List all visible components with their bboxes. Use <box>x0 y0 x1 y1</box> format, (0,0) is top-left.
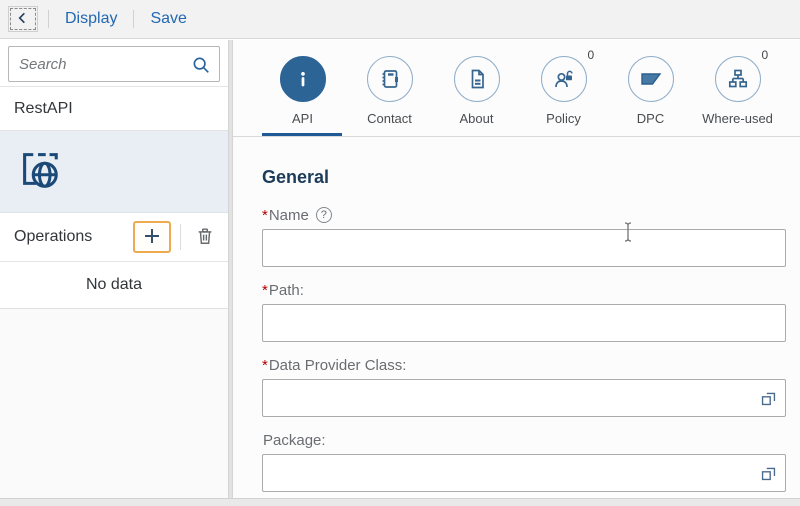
api-form: General * Name ? * Path: * Data Provider… <box>233 137 800 492</box>
back-button[interactable] <box>8 6 38 32</box>
toolbar-separator <box>48 10 49 28</box>
tab-contact[interactable]: Contact <box>346 40 433 136</box>
path-input[interactable] <box>262 304 786 342</box>
display-button[interactable]: Display <box>59 10 123 28</box>
document-icon <box>453 56 500 102</box>
package-label-text: Package: <box>263 431 326 449</box>
operations-empty-row: No data <box>0 262 228 309</box>
tab-dpc-label: DPC <box>636 111 665 126</box>
tab-where-used-label: Where-used <box>702 111 773 126</box>
tab-where-used-count: 0 <box>761 48 769 62</box>
plus-icon <box>142 226 162 249</box>
search-icon[interactable] <box>191 55 211 80</box>
search-input[interactable] <box>9 47 219 81</box>
contact-book-icon <box>366 56 413 102</box>
tab-about-label: About <box>459 111 494 126</box>
trash-icon <box>195 226 215 249</box>
data-provider-class-input[interactable] <box>262 379 786 417</box>
value-help-icon[interactable] <box>760 465 777 487</box>
selected-tab-underline <box>262 133 342 136</box>
add-operation-button[interactable] <box>133 221 171 253</box>
org-chart-icon <box>714 56 761 102</box>
info-icon <box>279 56 326 102</box>
tab-policy-label: Policy <box>546 111 581 126</box>
tab-api-label: API <box>292 111 313 126</box>
section-title: General <box>262 167 330 187</box>
no-data-text: No data <box>85 276 143 293</box>
name-field-label: * Name ? <box>262 206 786 224</box>
main-panel: API Contact About 0 Policy DPC 0 Where-u… <box>233 40 800 498</box>
operations-toolbar: Operations <box>0 213 228 262</box>
package-field <box>262 454 786 492</box>
path-field <box>262 304 786 342</box>
person-lock-icon <box>540 56 587 102</box>
required-mark: * <box>262 356 268 374</box>
value-help-icon[interactable] <box>760 390 777 412</box>
tab-where-used[interactable]: 0 Where-used <box>694 40 781 136</box>
tab-api[interactable]: API <box>259 40 346 136</box>
operations-title: Operations <box>14 228 93 245</box>
required-mark: * <box>262 206 268 224</box>
sidebar-search-section <box>0 40 228 87</box>
save-button[interactable]: Save <box>144 10 192 28</box>
tab-contact-label: Contact <box>367 111 412 126</box>
icon-tab-bar: API Contact About 0 Policy DPC 0 Where-u… <box>233 40 800 137</box>
header-toolbar: Display Save <box>0 0 800 39</box>
package-field-label: Package: <box>262 431 786 449</box>
browser-globe-icon <box>16 146 62 197</box>
toolbar-separator <box>180 224 181 250</box>
tab-policy-count: 0 <box>587 48 595 62</box>
sidebar-root-label: RestAPI <box>14 99 73 117</box>
sidebar: RestAPI Operations <box>0 40 228 498</box>
dpc-field-label: * Data Provider Class: <box>262 356 786 374</box>
required-mark: * <box>262 281 268 299</box>
path-field-label: * Path: <box>262 281 786 299</box>
horizontal-scrollbar-track[interactable] <box>0 498 800 506</box>
app-window: Display Save RestAPI <box>0 0 800 506</box>
sidebar-root-item[interactable]: RestAPI <box>0 87 228 131</box>
search-field <box>8 46 220 82</box>
chevron-left-icon <box>15 10 31 29</box>
data-provider-class-field <box>262 379 786 417</box>
name-input[interactable] <box>262 229 786 267</box>
dpc-label-text: Data Provider Class: <box>268 356 407 374</box>
path-label-text: Path: <box>268 281 304 299</box>
name-field <box>262 229 786 267</box>
trapezoid-icon <box>627 56 674 102</box>
delete-operation-button[interactable] <box>190 222 220 252</box>
name-label-text: Name <box>268 206 309 224</box>
sidebar-item-restapi-selected[interactable] <box>0 131 228 213</box>
tab-dpc[interactable]: DPC <box>607 40 694 136</box>
tab-policy[interactable]: 0 Policy <box>520 40 607 136</box>
tab-about[interactable]: About <box>433 40 520 136</box>
package-input[interactable] <box>262 454 786 492</box>
help-icon[interactable]: ? <box>315 207 332 223</box>
sidebar-empty-area <box>0 309 228 498</box>
toolbar-separator <box>133 10 135 28</box>
